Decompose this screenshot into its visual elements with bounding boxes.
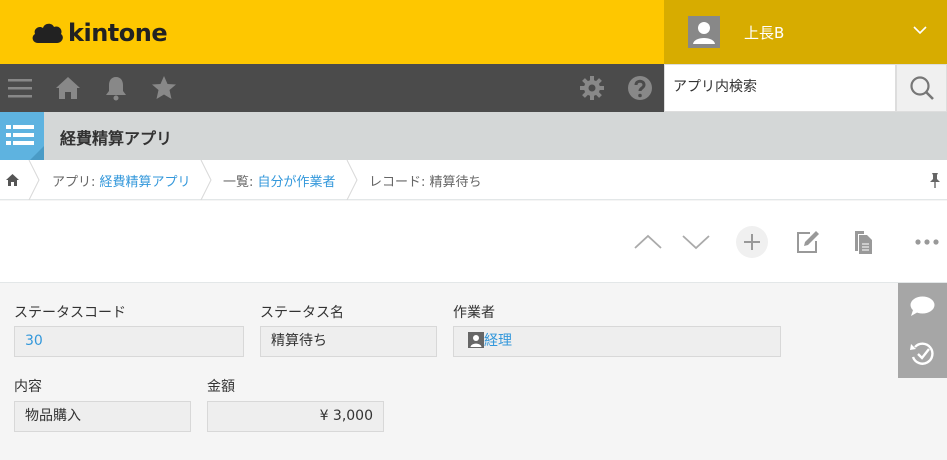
assignee-label: 作業者	[453, 305, 495, 321]
breadcrumb-separator	[28, 160, 40, 200]
cloud-logo-icon	[32, 23, 63, 43]
content-field: 物品購入	[14, 401, 191, 432]
edit-icon[interactable]	[790, 225, 824, 259]
assignee-value[interactable]: 経理	[484, 333, 512, 349]
search-icon	[910, 76, 934, 100]
duplicate-icon[interactable]	[846, 225, 880, 259]
status-code-field: 30	[14, 326, 244, 357]
gear-icon[interactable]	[578, 74, 606, 102]
kintone-logo[interactable]: kintone	[30, 18, 168, 48]
user-icon	[468, 332, 484, 348]
home-icon[interactable]	[5, 173, 20, 187]
assignee-field: 経理	[453, 326, 781, 357]
amount-value: ¥ 3,000	[319, 408, 373, 424]
breadcrumb: アプリ: 経費精算アプリ 一覧: 自分が作業者 レコード: 精算待ち	[0, 160, 947, 200]
amount-label: 金額	[207, 379, 235, 395]
content-value: 物品購入	[25, 408, 81, 424]
user-name: 上長B	[744, 24, 785, 42]
comments-tab[interactable]	[898, 283, 947, 330]
search-button[interactable]	[896, 64, 947, 112]
add-record-icon[interactable]	[735, 225, 769, 259]
breadcrumb-view[interactable]: 一覧: 自分が作業者	[223, 171, 336, 190]
app-title[interactable]: 経費精算アプリ	[60, 125, 172, 149]
breadcrumb-separator	[200, 160, 212, 200]
content-label: 内容	[14, 379, 42, 395]
app-search-box	[664, 64, 896, 112]
user-menu[interactable]: 上長B	[664, 0, 947, 64]
app-icon[interactable]	[0, 112, 44, 160]
menu-icon[interactable]	[6, 74, 34, 102]
breadcrumb-app-link[interactable]: 経費精算アプリ	[100, 175, 191, 190]
breadcrumb-record: レコード: 精算待ち	[369, 175, 482, 190]
comment-icon	[910, 296, 935, 316]
status-name-field: 精算待ち	[260, 326, 437, 357]
breadcrumb-app[interactable]: アプリ: 経費精算アプリ	[52, 171, 191, 190]
header: kintone 上長B	[0, 0, 947, 64]
logo-text: kintone	[68, 19, 168, 47]
breadcrumb-separator	[346, 160, 358, 200]
record-toolbar	[0, 201, 947, 283]
status-code-value[interactable]: 30	[25, 333, 43, 349]
history-tab[interactable]	[898, 331, 947, 378]
side-panel-tabs	[898, 283, 947, 378]
help-icon[interactable]	[626, 74, 654, 102]
pin-icon[interactable]	[929, 172, 941, 188]
history-icon	[910, 342, 934, 365]
breadcrumb-view-prefix: 一覧:	[223, 175, 258, 190]
status-name-label: ステータス名	[260, 305, 344, 321]
breadcrumb-app-prefix: アプリ:	[52, 175, 100, 190]
star-icon[interactable]	[150, 74, 178, 102]
bell-icon[interactable]	[102, 74, 130, 102]
breadcrumb-view-link[interactable]: 自分が作業者	[258, 175, 336, 190]
home-icon[interactable]	[54, 74, 82, 102]
prev-record-icon[interactable]	[631, 225, 665, 259]
avatar	[688, 16, 720, 48]
amount-field: ¥ 3,000	[207, 401, 384, 432]
status-name-value: 精算待ち	[271, 333, 327, 349]
status-code-label: ステータスコード	[14, 305, 126, 321]
app-titlebar: 経費精算アプリ	[0, 112, 947, 160]
chevron-down-icon[interactable]	[912, 22, 928, 38]
next-record-icon[interactable]	[679, 225, 713, 259]
list-app-icon	[6, 125, 44, 160]
user-silhouette-icon	[693, 22, 715, 44]
more-options-icon[interactable]	[910, 225, 944, 259]
app-search-input[interactable]	[665, 65, 885, 109]
